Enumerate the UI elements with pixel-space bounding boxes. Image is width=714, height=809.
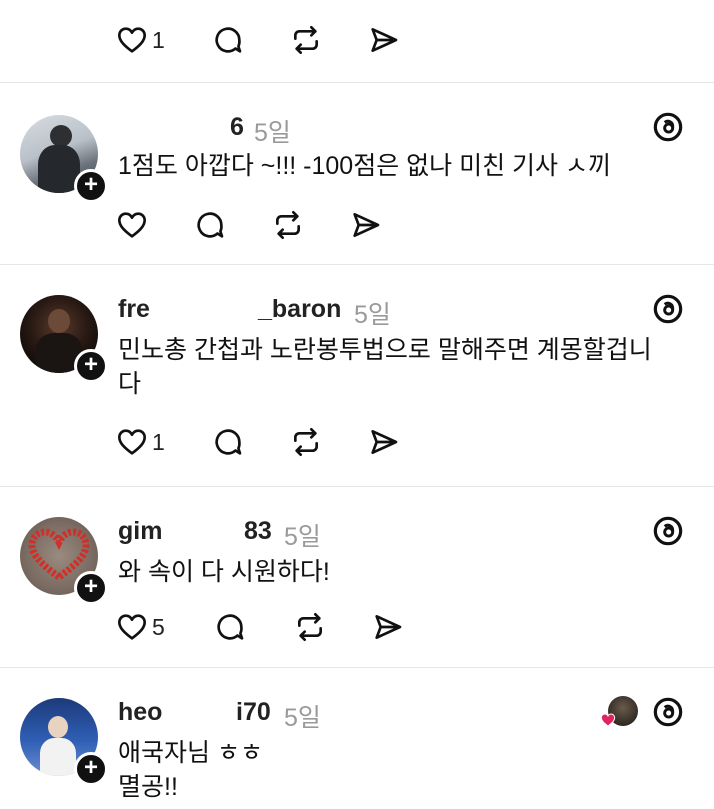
post-time: 5일 [254,119,291,147]
avatar[interactable]: + [20,295,108,383]
repost-icon [298,613,322,641]
repost-button[interactable] [290,20,322,60]
threads-logo-icon[interactable] [652,293,684,325]
username-part-b[interactable]: 83 [244,517,272,546]
post: + fre _baron 5일 민노총 간첩과 노란봉투법으로 말해주면 계몽할… [0,265,714,485]
liked-by-author-avatar [600,696,638,727]
comment-icon [217,614,244,640]
post-text: 1점도 아깝다 ~!!! -100점은 없나 미친 기사 ㅅ끼 [118,149,678,183]
post: + 6 5일 1점도 아깝다 ~!!! -100점은 없나 미친 기사 ㅅ끼 [0,83,714,263]
post-time: 5일 [284,704,321,732]
share-button[interactable] [372,607,404,647]
post-text: 민노총 간첩과 노란봉투법으로 말해주면 계몽할겁니 다 [118,333,678,401]
like-button[interactable]: 1 [116,422,165,462]
post-text-line: 다 [118,370,142,398]
follow-plus-icon[interactable]: + [74,169,108,203]
share-button[interactable] [368,20,400,60]
username-part-a[interactable]: fre [118,295,150,324]
like-count: 1 [152,26,165,53]
follow-plus-icon[interactable]: + [74,349,108,383]
reply-button[interactable] [212,422,244,462]
follow-plus-icon[interactable]: + [74,571,108,605]
post: + gim 83 5일 와 속이 다 시원하다! 5 [0,487,714,667]
post-text-line: 민노총 간첩과 노란봉투법으로 말해주면 계몽할겁니 [118,336,652,364]
repost-icon [276,211,300,239]
avatar[interactable]: + [20,698,108,786]
threads-logo-icon[interactable] [652,696,684,728]
share-button[interactable] [350,205,382,245]
follow-plus-icon[interactable]: + [74,752,108,786]
post-text: 애국자님 ㅎㅎ 멸공!! [118,736,678,804]
repost-icon [294,26,318,54]
share-button[interactable] [368,422,400,462]
repost-button[interactable] [294,607,326,647]
avatar[interactable]: + [20,517,108,605]
like-button[interactable]: 5 [116,607,165,647]
post-text-line: 멸공!! [118,773,178,801]
post-text-line: 와 속이 다 시원하다! [118,558,330,586]
send-icon [371,430,398,454]
comment-icon [215,429,242,455]
like-button[interactable]: 1 [116,20,165,60]
post: + heo i70 5일 애국자님 ㅎㅎ 멸공!! [0,668,714,809]
heart-icon [118,27,146,53]
heart-filled-icon [600,713,616,727]
repost-button[interactable] [272,205,304,245]
post-text-line: 애국자님 ㅎㅎ [118,739,263,767]
post-time: 5일 [354,301,391,329]
heart-icon [118,212,146,238]
username-part-b[interactable]: 6 [230,113,244,142]
comment-icon [197,212,224,238]
reply-button[interactable] [194,205,226,245]
send-icon [375,615,402,639]
like-count: 1 [152,428,165,455]
send-icon [353,213,380,237]
heart-icon [118,429,146,455]
post-text-line: 1점도 아깝다 ~!!! -100점은 없나 미친 기사 ㅅ끼 [118,152,611,180]
heart-icon [118,614,146,640]
post-text: 와 속이 다 시원하다! [118,555,678,589]
username-part-a[interactable]: gim [118,517,162,546]
avatar[interactable]: + [20,115,108,203]
repost-icon [294,428,318,456]
like-count: 5 [152,613,165,640]
repost-button[interactable] [290,422,322,462]
username-part-b[interactable]: _baron [258,295,341,324]
threads-logo-icon[interactable] [652,111,684,143]
reply-button[interactable] [214,607,246,647]
like-button[interactable] [116,205,152,245]
post-time: 5일 [284,523,321,551]
reply-button[interactable] [212,20,244,60]
send-icon [371,28,398,52]
username-part-b[interactable]: i70 [236,698,271,727]
username-part-a[interactable]: heo [118,698,162,727]
comment-icon [215,27,242,53]
threads-logo-icon[interactable] [652,515,684,547]
